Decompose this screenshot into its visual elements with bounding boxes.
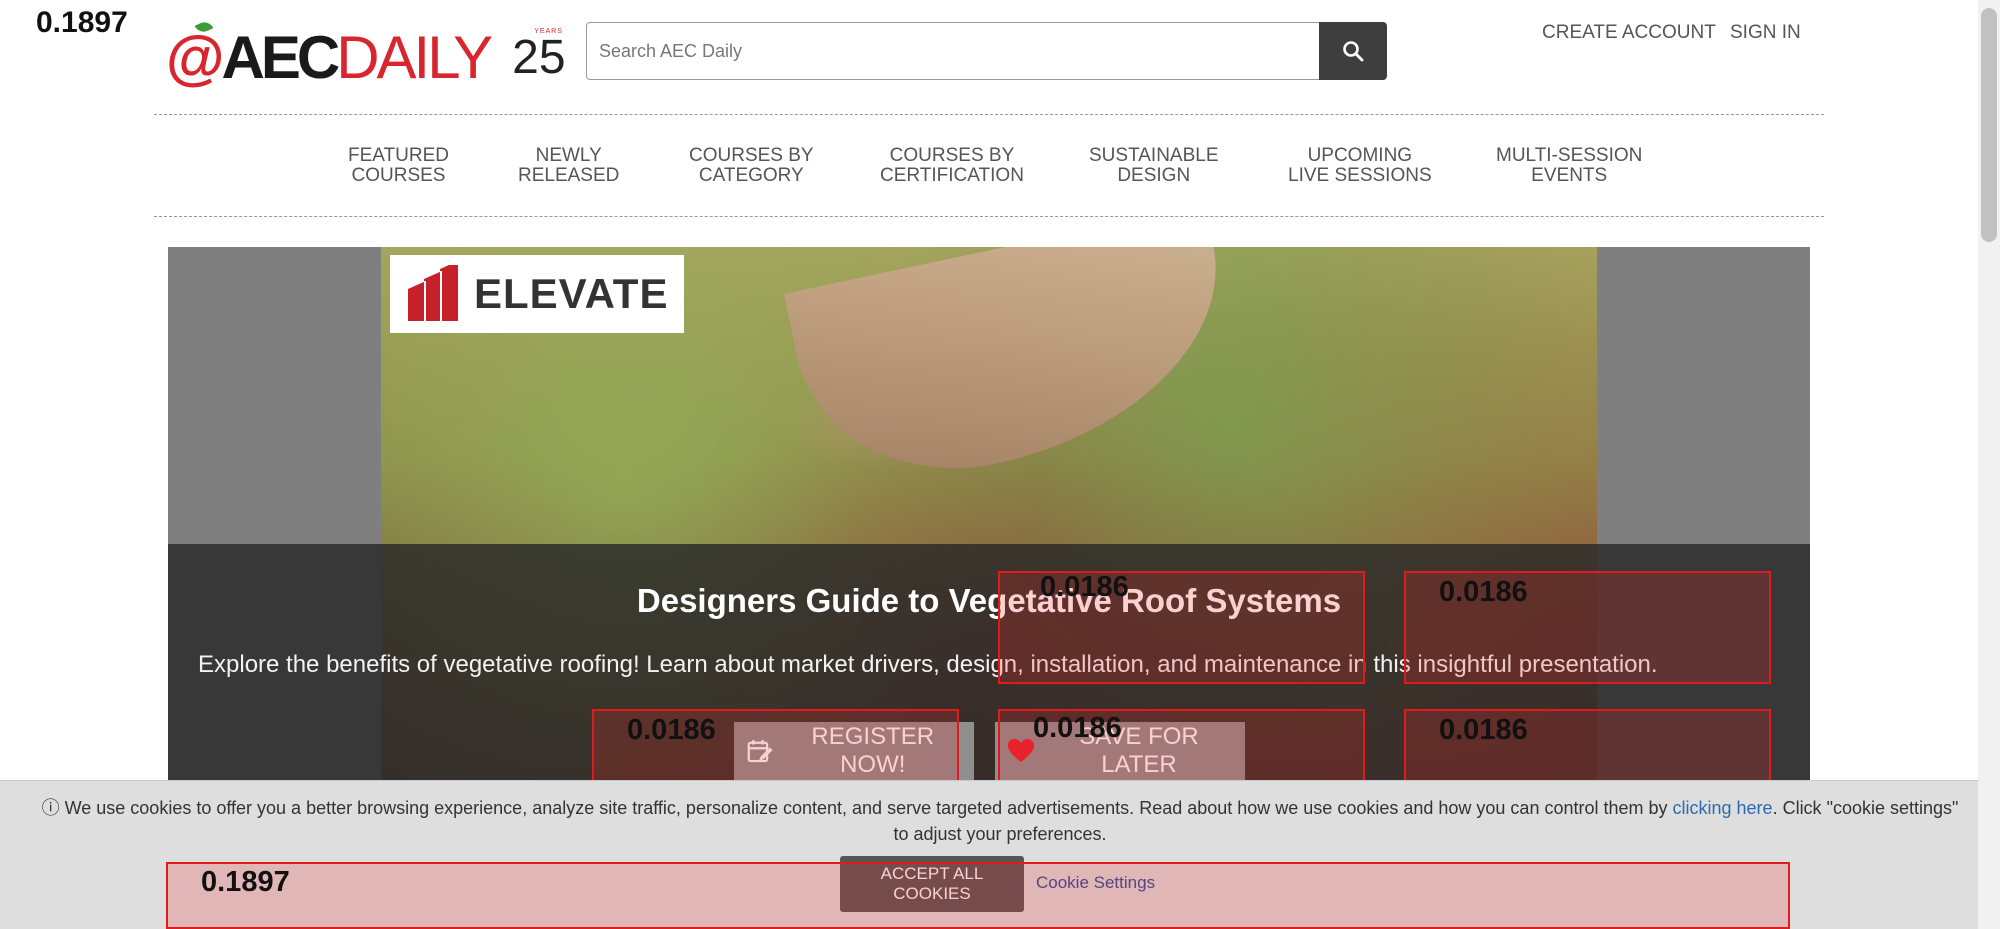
nav-multi-session-events[interactable]: MULTI-SESSION EVENTS [1496,146,1642,186]
logo-aec-text: AEC [221,24,341,91]
sponsor-name: ELEVATE [474,270,669,317]
page-scrollbar[interactable] [1978,0,2000,929]
aecdaily-logo[interactable]: @ AEC DAILY 25 YEARS [166,19,566,94]
sign-in-link[interactable]: SIGN IN [1730,22,1801,44]
sponsor-logo: ELEVATE [390,255,684,333]
elevate-logo-icon [408,265,458,321]
scrollbar-thumb[interactable] [1981,8,1997,242]
nav-upcoming-live-sessions[interactable]: UPCOMING LIVE SESSIONS [1288,146,1432,186]
create-account-link[interactable]: CREATE ACCOUNT [1542,22,1716,44]
nav-featured-courses[interactable]: FEATURED COURSES [348,146,449,186]
score-box-cookie-bar [166,862,1790,929]
cookie-message: ⓘ We use cookies to offer you a better b… [41,798,1959,844]
nav-sustainable-design[interactable]: SUSTAINABLE DESIGN [1089,146,1219,186]
cookie-policy-link[interactable]: clicking here [1673,798,1773,818]
header-divider-bottom [154,216,1824,217]
score-label-box-c: 0.0186 [627,714,716,746]
search-button[interactable] [1319,22,1387,80]
logo-25-years: 25 YEARS [512,28,566,84]
hand-image [783,247,1249,500]
logo-years-text: YEARS [534,28,563,35]
score-label-box-a: 0.0186 [1040,571,1129,603]
score-label-bottom-left: 0.1897 [201,866,290,898]
score-label-box-d: 0.0186 [1033,712,1122,744]
nav-courses-by-category[interactable]: COURSES BY CATEGORY [689,146,814,186]
score-label-box-e: 0.0186 [1439,714,1528,746]
logo-apple-at: @ [166,19,224,88]
info-icon: ⓘ [41,798,60,818]
search-icon [1343,41,1364,62]
header-divider-top [154,114,1824,115]
nav-courses-by-certification[interactable]: COURSES BY CERTIFICATION [880,146,1024,186]
search-input[interactable] [586,22,1320,80]
nav-newly-released[interactable]: NEWLY RELEASED [518,146,619,186]
score-label-top-left: 0.1897 [36,6,128,39]
logo-daily-text: DAILY [336,24,493,91]
score-label-box-b: 0.0186 [1439,576,1528,608]
